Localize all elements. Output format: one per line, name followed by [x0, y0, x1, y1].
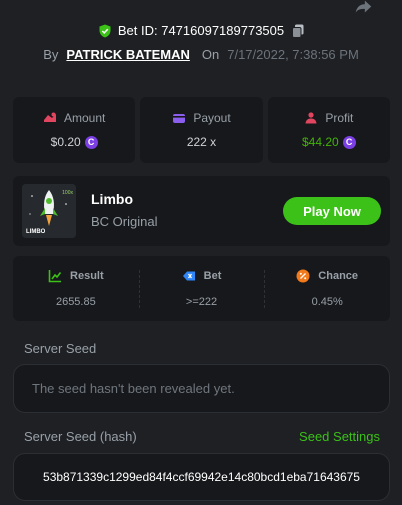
server-seed-hash-field[interactable]: 53b871339c1299ed84f4ccf69942e14c80bcd1eb…: [13, 453, 390, 501]
payout-value: 222 x: [186, 135, 217, 149]
result-column: Result 2655.85: [13, 256, 139, 321]
amount-icon: [43, 112, 56, 122]
on-label: On: [201, 47, 220, 62]
profit-icon: [305, 112, 317, 124]
bet-label: Bet: [203, 270, 222, 282]
bet-id-row: Bet ID: 74716097189773505: [0, 23, 402, 38]
game-thumbnail[interactable]: 100x LIMBO: [22, 184, 76, 238]
result-panel: Result 2655.85 Bet >=222 Chance 0.45%: [13, 256, 390, 321]
game-card: 100x LIMBO Limbo BC Original Play Now: [13, 176, 390, 246]
payout-label: Payout: [193, 111, 231, 125]
profit-label: Profit: [325, 111, 354, 125]
by-label: By: [43, 47, 59, 62]
stat-amount: Amount $0.20 C: [13, 97, 136, 163]
stat-profit: Profit $44.20 C: [267, 97, 390, 163]
share-icon[interactable]: [352, 0, 374, 18]
game-name: Limbo: [91, 191, 133, 207]
author-row: By PATRICK BATEMAN On 7/17/2022, 7:38:56…: [0, 47, 402, 62]
chance-column: Chance 0.45%: [264, 256, 390, 321]
bet-stats: Amount $0.20 C Payout 222 x Profit $44.2…: [13, 97, 390, 163]
bet-column: Bet >=222: [138, 256, 265, 321]
server-seed-hash-label: Server Seed (hash): [24, 429, 137, 444]
payout-icon: [173, 114, 186, 123]
bet-tag-icon: [182, 271, 195, 281]
copy-icon[interactable]: [292, 24, 304, 38]
seed-settings-link[interactable]: Seed Settings: [299, 429, 380, 444]
result-chart-icon: [48, 270, 62, 283]
play-now-button[interactable]: Play Now: [283, 197, 381, 225]
profit-value: $44.20: [301, 135, 339, 149]
server-seed-field[interactable]: The seed hasn't been revealed yet.: [13, 364, 390, 413]
thumb-multiplier: 100x: [62, 190, 73, 196]
bet-id: Bet ID: 74716097189773505: [117, 23, 285, 38]
percent-icon: [296, 269, 310, 283]
result-label: Result: [70, 270, 104, 282]
coin-icon: C: [84, 135, 98, 149]
stat-payout: Payout 222 x: [140, 97, 263, 163]
result-value: 2655.85: [55, 296, 96, 308]
bet-date: 7/17/2022, 7:38:56 PM: [227, 47, 359, 62]
chance-label: Chance: [318, 270, 359, 282]
verified-shield-icon: [99, 24, 111, 37]
coin-icon: C: [342, 135, 356, 149]
chance-value: 0.45%: [311, 296, 343, 308]
username-link[interactable]: PATRICK BATEMAN: [66, 47, 190, 62]
thumb-label: LIMBO: [26, 229, 46, 235]
bet-value: >=222: [185, 296, 218, 308]
amount-label: Amount: [63, 111, 106, 125]
server-seed-label: Server Seed: [24, 341, 97, 356]
amount-value: $0.20: [50, 135, 81, 149]
game-subtitle: BC Original: [91, 214, 158, 229]
